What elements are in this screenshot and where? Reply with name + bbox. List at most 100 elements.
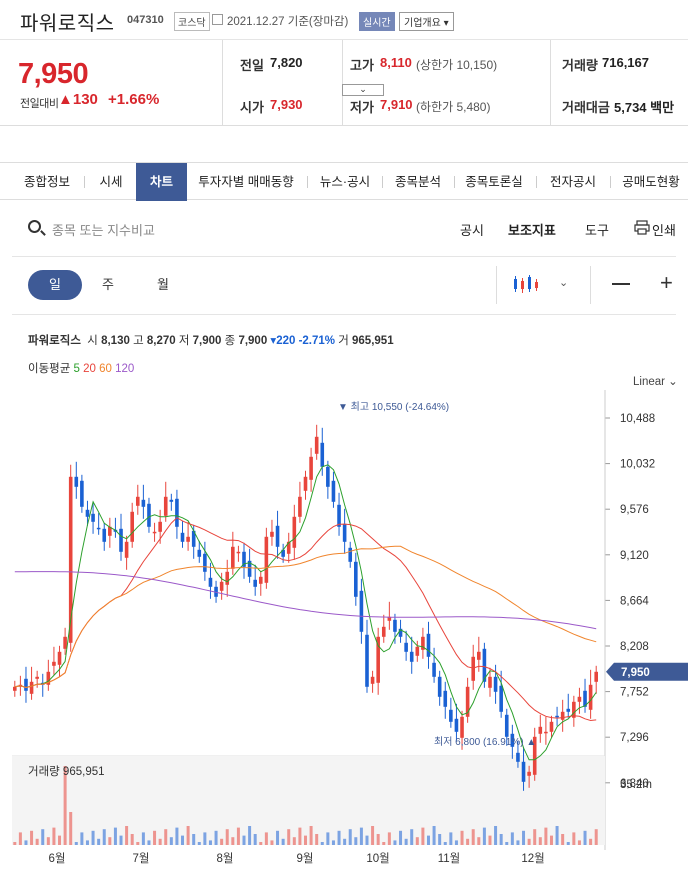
zoom-in-icon[interactable]: + bbox=[660, 270, 673, 296]
volume-bar bbox=[343, 838, 347, 845]
volume-bar bbox=[337, 830, 341, 845]
scale-mode-dropdown[interactable]: Linear ⌄ bbox=[633, 374, 678, 388]
print-icon[interactable] bbox=[634, 220, 650, 235]
calendar-icon bbox=[212, 14, 223, 25]
candle-body bbox=[454, 718, 459, 732]
y-tick-label: 10,032 bbox=[620, 459, 655, 471]
candle-body bbox=[560, 711, 565, 720]
tools-button[interactable]: 도구 bbox=[585, 220, 609, 239]
volume-bar bbox=[365, 835, 369, 845]
candle-body bbox=[186, 536, 190, 542]
candle-body bbox=[404, 642, 408, 652]
candle-body bbox=[348, 547, 353, 562]
volume-label: 거래량 bbox=[562, 58, 598, 73]
ma120-label: 120 bbox=[115, 363, 135, 375]
volume-bar bbox=[494, 826, 498, 845]
x-tick-label: 7월 bbox=[133, 852, 150, 865]
tab-overview[interactable]: 종합정보 bbox=[14, 163, 80, 201]
candle-body bbox=[504, 714, 509, 737]
volume-bar bbox=[276, 830, 280, 845]
candle-body bbox=[169, 499, 174, 502]
notice-button[interactable]: 공시 bbox=[460, 220, 484, 239]
candle-body bbox=[493, 676, 498, 692]
volume-bar bbox=[175, 827, 179, 845]
candle-body bbox=[124, 541, 129, 558]
volume-bar bbox=[214, 830, 218, 845]
volume-bar bbox=[136, 842, 140, 845]
volume-bar bbox=[46, 837, 50, 845]
candle-body bbox=[80, 480, 84, 507]
candle-body bbox=[303, 476, 308, 491]
realtime-badge[interactable]: 실시간 bbox=[359, 12, 395, 31]
volume-bar bbox=[482, 827, 486, 845]
volume-bar bbox=[102, 829, 106, 845]
legend-stock-name: 파워로직스 bbox=[28, 335, 81, 347]
candle-body bbox=[426, 633, 431, 657]
volume-bar bbox=[248, 826, 252, 845]
candlestick-type-icon[interactable] bbox=[513, 274, 539, 296]
indicator-button[interactable]: 보조지표 bbox=[508, 220, 556, 239]
candle-body bbox=[158, 521, 162, 532]
candle-body bbox=[219, 581, 224, 591]
period-month[interactable]: 월 bbox=[136, 270, 190, 300]
chevron-down-icon[interactable]: ⌄ bbox=[559, 276, 568, 289]
tab-chart[interactable]: 차트 bbox=[136, 163, 187, 201]
volume-bar bbox=[466, 838, 470, 845]
candle-body bbox=[415, 646, 420, 656]
candle-body bbox=[577, 696, 582, 702]
ma60-label: 60 bbox=[99, 363, 112, 375]
volume-bar bbox=[359, 827, 363, 845]
volume-bar bbox=[527, 838, 531, 845]
candle-body bbox=[521, 761, 526, 782]
low-label: 저가 bbox=[350, 100, 374, 115]
volume-bar bbox=[97, 838, 101, 845]
period-week[interactable]: 주 bbox=[81, 270, 135, 300]
tab-analysis[interactable]: 종목분석 bbox=[386, 163, 450, 201]
ma20-line bbox=[14, 517, 597, 722]
volume-bar bbox=[153, 830, 157, 845]
legend-vol-label: 거 bbox=[338, 335, 349, 347]
candle-body bbox=[91, 513, 95, 522]
volume-bar bbox=[24, 840, 28, 845]
change-percent: +1.66% bbox=[108, 91, 160, 108]
zoom-out-icon[interactable] bbox=[612, 283, 630, 285]
lower-limit: (하한가 5,480) bbox=[416, 100, 491, 114]
candle-body bbox=[549, 721, 554, 732]
price-chart[interactable]: 10,488 10,032 9,576 9,120 8,664 8,208 7,752 7,2… bbox=[0, 390, 688, 878]
tab-discussion[interactable]: 종목토론실 bbox=[458, 163, 530, 201]
stock-name[interactable]: 파워로직스 bbox=[20, 7, 115, 36]
search-icon[interactable] bbox=[28, 220, 41, 233]
ohlc-legend: 파워로직스 시 8,130 고 8,270 저 7,900 종 7,900 ▾2… bbox=[28, 332, 394, 348]
volume-bar bbox=[58, 835, 62, 845]
divider bbox=[12, 314, 676, 315]
candle-body bbox=[337, 504, 341, 527]
volume-bar bbox=[393, 840, 397, 845]
volume-bar bbox=[387, 832, 391, 845]
candle-body bbox=[342, 523, 347, 542]
print-button[interactable]: 인쇄 bbox=[652, 220, 676, 239]
tab-quotes[interactable]: 시세 bbox=[88, 163, 134, 201]
volume-bar bbox=[91, 830, 95, 845]
volume-bar bbox=[158, 838, 162, 845]
volume-bar bbox=[399, 830, 403, 845]
period-day[interactable]: 일 bbox=[28, 270, 82, 300]
tab-disclosure[interactable]: 전자공시 bbox=[540, 163, 606, 201]
tab-news[interactable]: 뉴스·공시 bbox=[311, 163, 379, 201]
tab-investor-trading[interactable]: 투자자별 매매동향 bbox=[187, 163, 305, 201]
legend-low-label: 저 bbox=[178, 335, 190, 347]
volume-bar bbox=[164, 829, 168, 845]
candle-body bbox=[309, 456, 313, 480]
legend-open-label: 시 bbox=[87, 335, 98, 347]
volume-bar bbox=[538, 837, 542, 845]
candle-body bbox=[471, 656, 476, 681]
expand-toggle[interactable]: ⌄ bbox=[342, 84, 384, 96]
tab-short-selling[interactable]: 공매도현황 bbox=[614, 163, 688, 201]
volume-bar bbox=[253, 834, 257, 845]
tab-separator bbox=[307, 176, 308, 188]
y-tick-label: 9,576 bbox=[620, 504, 649, 516]
compare-search-input[interactable]: 종목 또는 지수비교 bbox=[52, 220, 155, 239]
legend-close: 7,900 bbox=[238, 335, 268, 347]
candle-body bbox=[270, 531, 274, 537]
company-info-button[interactable]: 기업개요 ▾ bbox=[399, 12, 454, 31]
volume-bar bbox=[354, 837, 358, 845]
